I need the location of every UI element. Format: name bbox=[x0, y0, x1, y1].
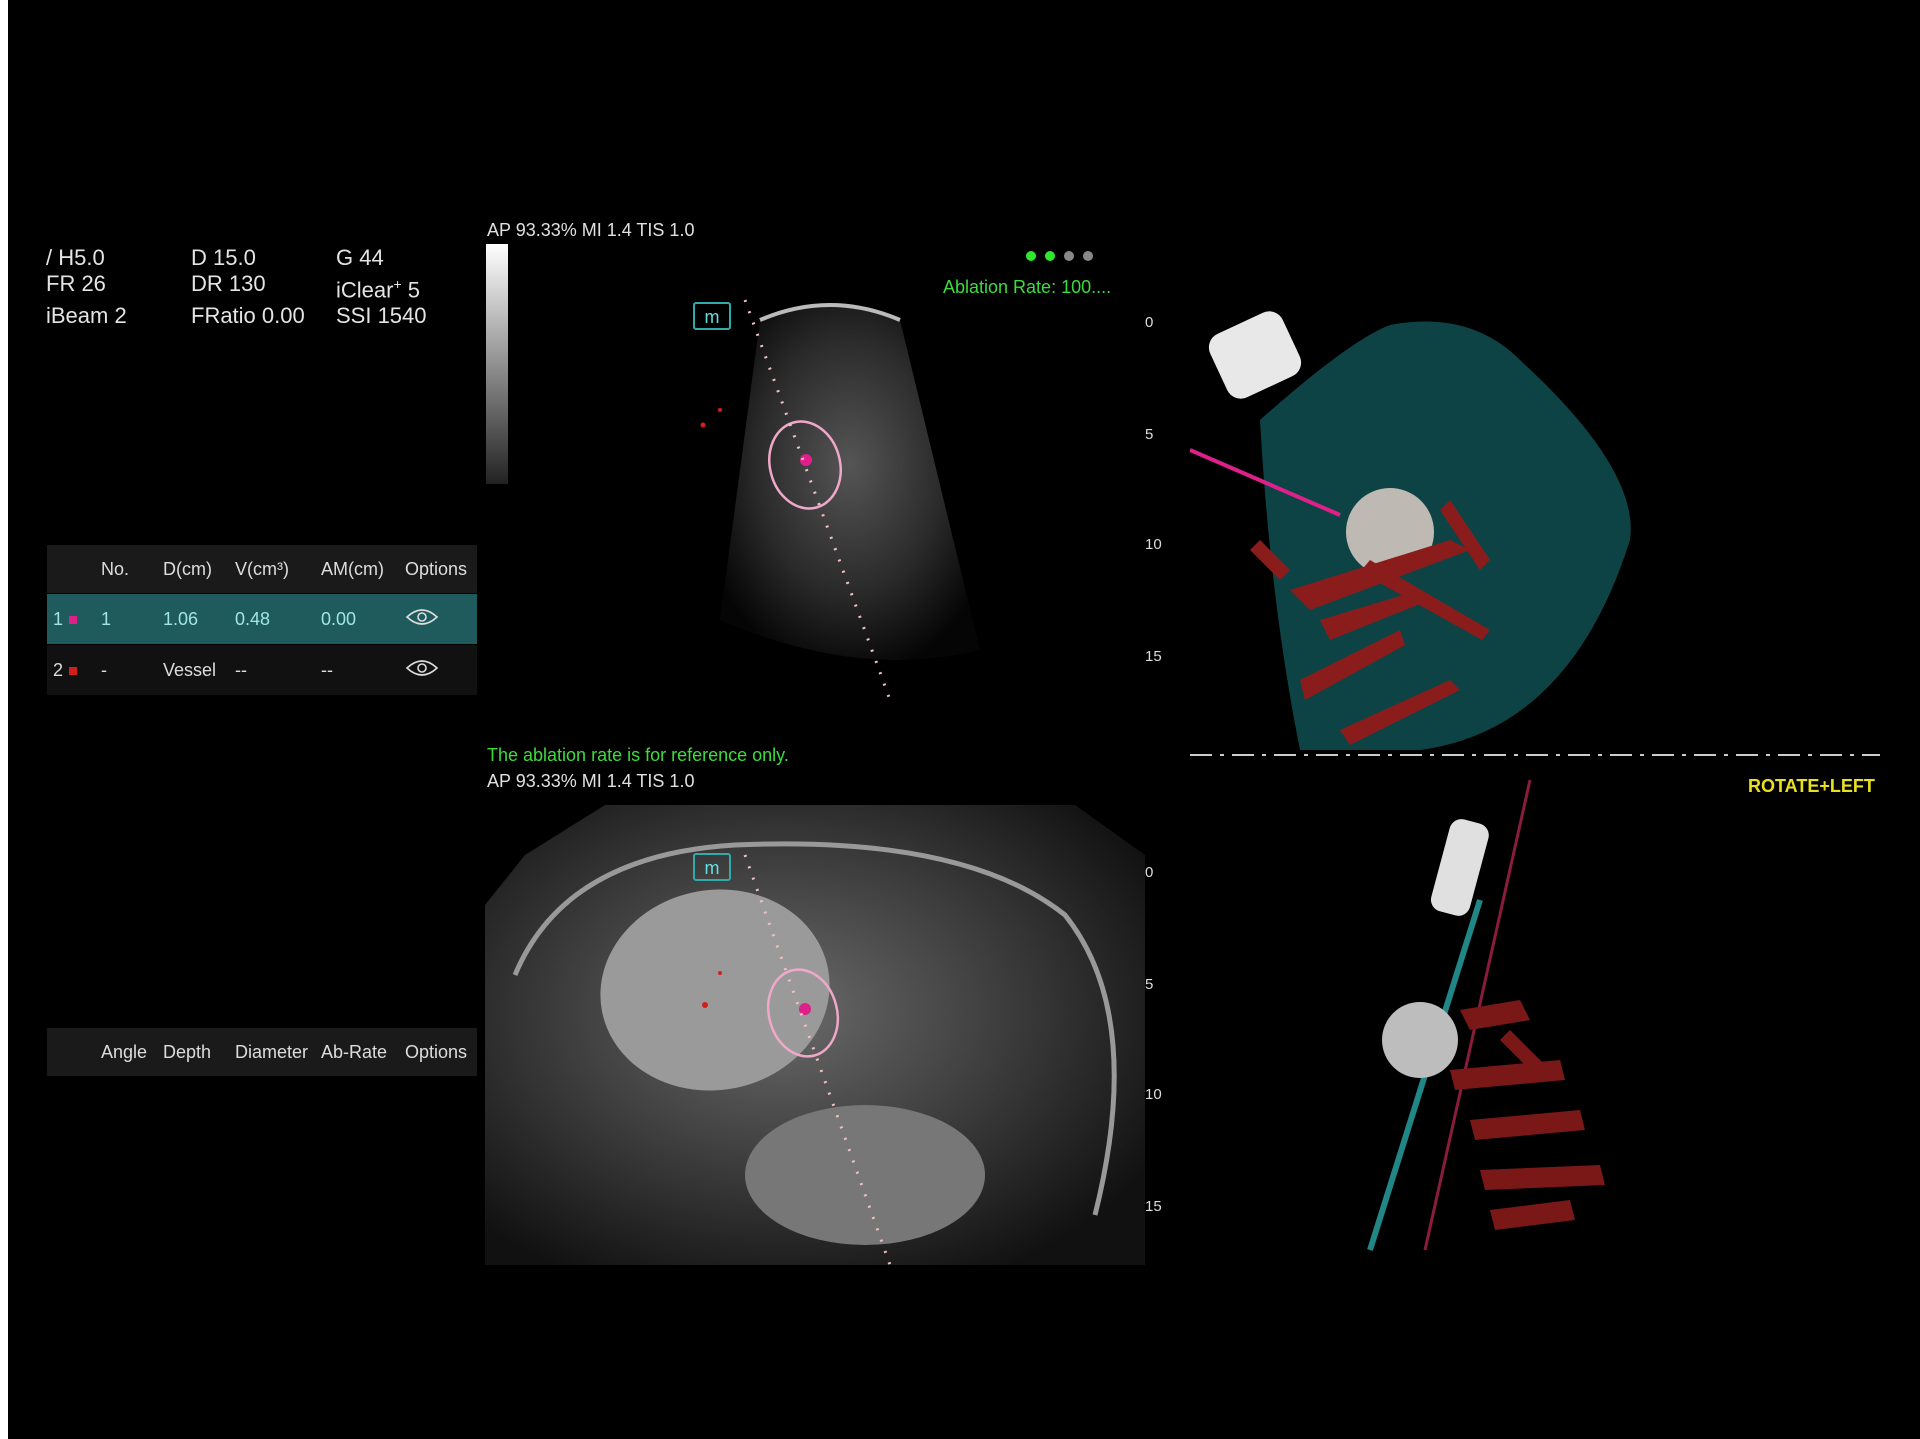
table-header: No. D(cm) V(cm³) AM(cm) Options bbox=[47, 545, 477, 594]
reference-note: The ablation rate is for reference only. bbox=[487, 745, 789, 765]
probe-marker: m bbox=[693, 302, 731, 330]
ultrasound-image-top[interactable] bbox=[600, 290, 1180, 710]
param-ssi: SSI 1540 bbox=[336, 303, 427, 329]
3d-volume-render-top[interactable] bbox=[1190, 300, 1890, 760]
probe-marker: m bbox=[693, 853, 731, 881]
table-row[interactable]: 2 - Vessel -- -- bbox=[47, 645, 477, 696]
screen-border bbox=[0, 0, 8, 1439]
param-frame-rate: FR 26 bbox=[46, 271, 106, 296]
status-dot bbox=[1083, 251, 1093, 261]
acoustic-output-bottom: AP 93.33% MI 1.4 TIS 1.0 bbox=[487, 771, 695, 791]
imaging-parameters: / H5.0 D 15.0 G 44 FR 26 DR 130 iClear+ … bbox=[46, 245, 496, 329]
table-header: Angle Depth Diameter Ab-Rate Options bbox=[47, 1028, 477, 1077]
param-ibeam: iBeam 2 bbox=[46, 303, 127, 329]
param-depth: D 15.0 bbox=[191, 245, 256, 270]
status-dots bbox=[1026, 248, 1102, 266]
col-header: No. bbox=[101, 558, 130, 579]
param-iclear: iClear+ 5 bbox=[336, 276, 421, 303]
eye-icon[interactable] bbox=[399, 607, 477, 632]
color-swatch bbox=[69, 615, 78, 624]
measurement-table: No. D(cm) V(cm³) AM(cm) Options 1 1 1.06… bbox=[47, 545, 477, 696]
param-gain: G 44 bbox=[336, 245, 384, 270]
eye-icon[interactable] bbox=[399, 658, 477, 683]
col-header: V(cm³) bbox=[235, 558, 289, 579]
grayscale-bar bbox=[486, 244, 508, 484]
3d-volume-render-bottom[interactable] bbox=[1320, 770, 1720, 1270]
status-dot bbox=[1026, 251, 1036, 261]
fusion-image-bottom[interactable] bbox=[485, 795, 1185, 1265]
acoustic-output-top: AP 93.33% MI 1.4 TIS 1.0 bbox=[487, 220, 695, 240]
col-header: AM(cm) bbox=[321, 558, 384, 579]
col-header: D(cm) bbox=[163, 558, 212, 579]
depth-scale-bottom: 0 5 10 15 bbox=[1145, 864, 1162, 1215]
param-dynamic-range: DR 130 bbox=[191, 271, 266, 296]
table-row[interactable]: 1 1 1.06 0.48 0.00 bbox=[47, 594, 477, 645]
needle-table: Angle Depth Diameter Ab-Rate Options bbox=[47, 1028, 477, 1077]
col-header: Options bbox=[405, 558, 468, 579]
status-dot bbox=[1045, 251, 1055, 261]
param-fratio: FRatio 0.00 bbox=[191, 303, 305, 329]
color-swatch bbox=[69, 666, 78, 675]
status-dot bbox=[1064, 251, 1074, 261]
rotate-label: ROTATE+LEFT bbox=[1748, 776, 1875, 796]
param-probe: / H5.0 bbox=[46, 245, 105, 270]
